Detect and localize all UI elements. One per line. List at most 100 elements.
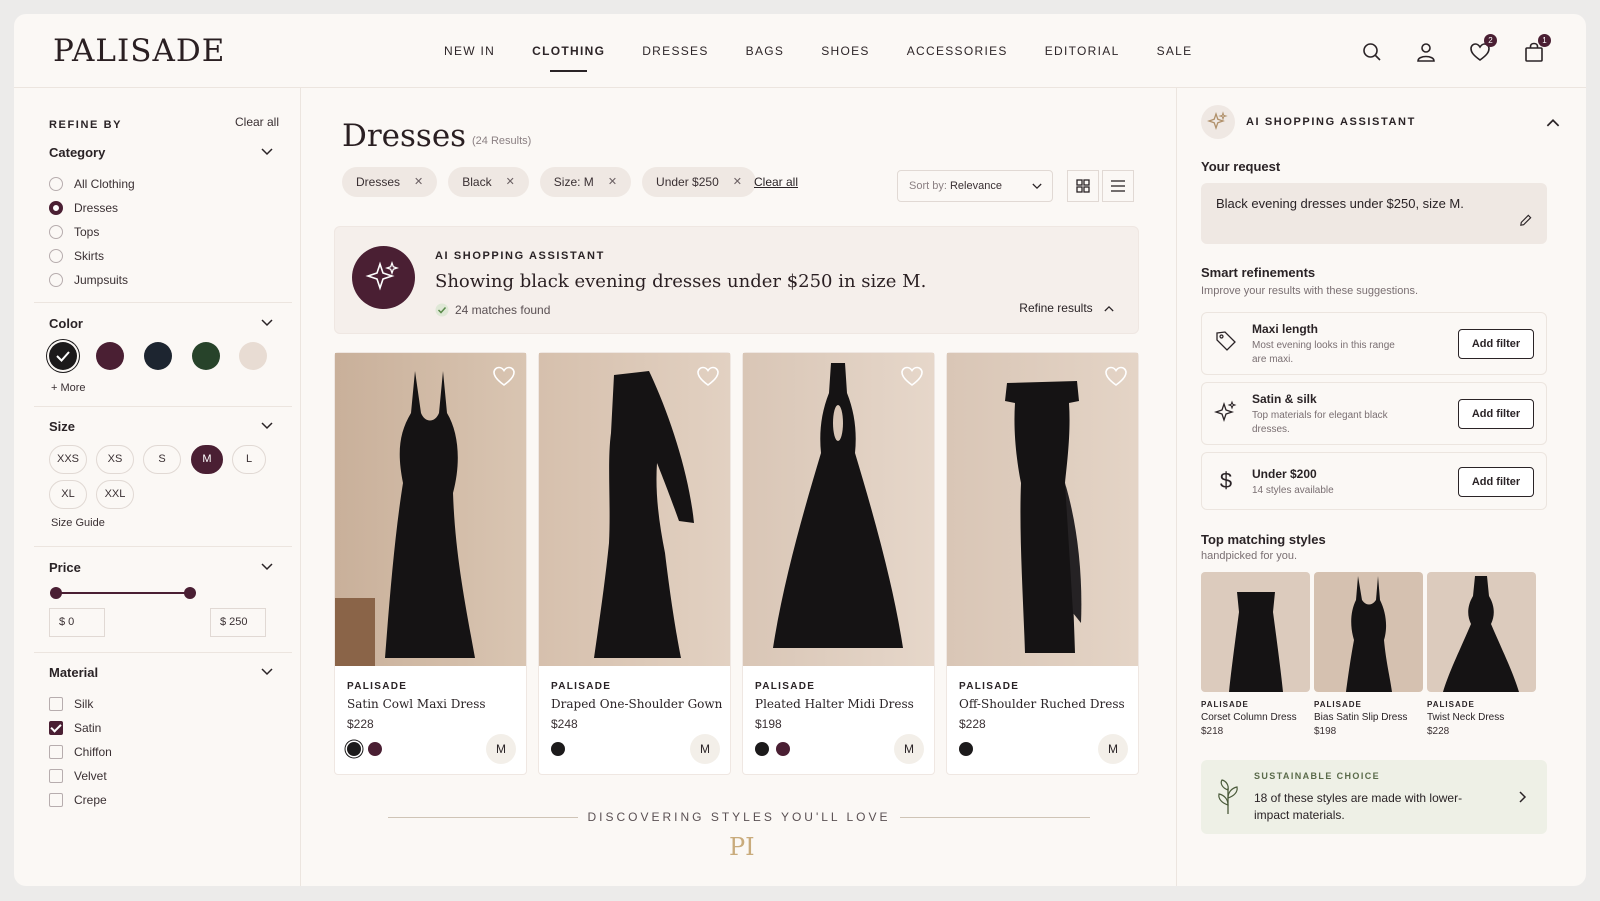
search-icon[interactable] xyxy=(1360,40,1384,64)
nav-accessories[interactable]: ACCESSORIES xyxy=(907,44,1008,58)
product-image[interactable] xyxy=(743,353,934,666)
product-card[interactable]: M PALISADE Pleated Halter Midi Dress $19… xyxy=(742,352,935,775)
price-min-input[interactable]: $ 0 xyxy=(49,608,105,637)
size-option-l[interactable]: L xyxy=(232,445,266,474)
category-option-skirts[interactable]: Skirts xyxy=(49,244,279,268)
nav-shoes[interactable]: SHOES xyxy=(821,44,870,58)
size-option-s[interactable]: S xyxy=(143,445,181,474)
category-option-tops[interactable]: Tops xyxy=(49,220,279,244)
color-swatch-cream[interactable] xyxy=(239,342,267,370)
category-option-jumpsuits[interactable]: Jumpsuits xyxy=(49,268,279,292)
nav-editorial[interactable]: EDITORIAL xyxy=(1045,44,1120,58)
add-filter-button[interactable]: Add filter xyxy=(1458,329,1534,359)
product-image[interactable] xyxy=(539,353,730,666)
wishlist-heart-icon[interactable] xyxy=(492,365,516,387)
close-icon[interactable]: ✕ xyxy=(414,167,423,197)
chevron-down-icon[interactable] xyxy=(261,563,273,571)
nav-sale[interactable]: SALE xyxy=(1157,44,1193,58)
size-option-m[interactable]: M xyxy=(191,445,223,474)
sustainable-choice-banner[interactable]: SUSTAINABLE CHOICE 18 of these styles ar… xyxy=(1201,760,1547,834)
price-slider-track[interactable] xyxy=(56,592,190,594)
price-max-input[interactable]: $ 250 xyxy=(210,608,266,637)
size-option-xl[interactable]: XL xyxy=(49,480,87,509)
close-icon[interactable]: ✕ xyxy=(733,167,742,197)
chevron-down-icon[interactable] xyxy=(261,422,273,430)
product-card[interactable]: M PALISADE Off-Shoulder Ruched Dress $22… xyxy=(946,352,1139,775)
close-icon[interactable]: ✕ xyxy=(506,167,515,197)
product-card[interactable]: M PALISADE Draped One-Shoulder Gown $248 xyxy=(538,352,731,775)
add-filter-button[interactable]: Add filter xyxy=(1458,467,1534,497)
product-image[interactable] xyxy=(335,353,526,666)
price-slider-min-handle[interactable] xyxy=(50,587,62,599)
color-swatch-navy[interactable] xyxy=(144,342,172,370)
color-swatch-black[interactable] xyxy=(49,342,77,370)
material-option-silk[interactable]: Silk xyxy=(49,692,279,716)
product-image[interactable] xyxy=(947,353,1138,666)
style-image[interactable] xyxy=(1314,572,1423,692)
nav-bags[interactable]: BAGS xyxy=(746,44,785,58)
more-colors-link[interactable]: + More xyxy=(51,382,86,394)
size-title[interactable]: Size xyxy=(49,419,279,434)
wishlist-icon[interactable]: 2 xyxy=(1468,34,1497,64)
product-name[interactable]: Draped One-Shoulder Gown xyxy=(551,697,722,711)
close-icon[interactable]: ✕ xyxy=(608,167,617,197)
material-title[interactable]: Material xyxy=(49,665,279,680)
filter-chip-black[interactable]: Black ✕ xyxy=(448,167,529,197)
size-option-xxl[interactable]: XXL xyxy=(96,480,134,509)
filter-chip-dresses[interactable]: Dresses ✕ xyxy=(342,167,438,197)
request-text[interactable]: Black evening dresses under $250, size M… xyxy=(1201,183,1547,244)
price-slider-max-handle[interactable] xyxy=(184,587,196,599)
add-filter-button[interactable]: Add filter xyxy=(1458,399,1534,429)
material-option-crepe[interactable]: Crepe xyxy=(49,788,279,812)
category-option-dresses[interactable]: Dresses xyxy=(49,196,279,220)
nav-new-in[interactable]: NEW IN xyxy=(444,44,495,58)
top-style-card[interactable]: PALISADE Bias Satin Slip Dress $198 xyxy=(1314,572,1423,737)
color-dot-black[interactable] xyxy=(551,742,565,756)
product-name[interactable]: Pleated Halter Midi Dress xyxy=(755,697,914,711)
color-dot-black[interactable] xyxy=(959,742,973,756)
nav-clothing[interactable]: CLOTHING xyxy=(532,44,605,72)
wishlist-heart-icon[interactable] xyxy=(696,365,720,387)
category-title[interactable]: Category xyxy=(49,145,279,160)
price-title[interactable]: Price xyxy=(49,560,279,575)
account-icon[interactable] xyxy=(1414,40,1438,64)
size-option-xs[interactable]: XS xyxy=(96,445,134,474)
material-option-satin[interactable]: Satin xyxy=(49,716,279,740)
list-view-button[interactable] xyxy=(1102,170,1134,202)
filter-chip-under-250[interactable]: Under $250 ✕ xyxy=(642,167,756,197)
style-image[interactable] xyxy=(1427,572,1536,692)
refine-results-toggle[interactable]: Refine results xyxy=(1019,301,1114,315)
clear-all-chips-link[interactable]: Clear all xyxy=(754,175,798,189)
color-dot-plum[interactable] xyxy=(776,742,790,756)
chevron-down-icon[interactable] xyxy=(261,319,273,327)
color-swatch-plum[interactable] xyxy=(96,342,124,370)
material-option-velvet[interactable]: Velvet xyxy=(49,764,279,788)
size-guide-link[interactable]: Size Guide xyxy=(51,517,105,529)
color-dot-plum[interactable] xyxy=(368,742,382,756)
wishlist-heart-icon[interactable] xyxy=(900,365,924,387)
top-style-card[interactable]: PALISADE Twist Neck Dress $228 xyxy=(1427,572,1536,737)
brand-logo[interactable]: PALISADE xyxy=(53,33,225,69)
clear-all-filters-link[interactable]: Clear all xyxy=(235,115,279,129)
filter-chip-size-m[interactable]: Size: M ✕ xyxy=(539,167,632,197)
top-style-card[interactable]: PALISADE Corset Column Dress $218 xyxy=(1201,572,1310,737)
wishlist-heart-icon[interactable] xyxy=(1104,365,1128,387)
category-option-all-clothing[interactable]: All Clothing xyxy=(49,172,279,196)
product-card[interactable]: M PALISADE Satin Cowl Maxi Dress $228 xyxy=(334,352,527,775)
chevron-up-icon[interactable] xyxy=(1546,118,1560,127)
product-name[interactable]: Off-Shoulder Ruched Dress xyxy=(959,697,1125,711)
grid-view-button[interactable] xyxy=(1067,170,1099,202)
color-dot-black[interactable] xyxy=(755,742,769,756)
color-title[interactable]: Color xyxy=(49,316,279,331)
shopping-bag-icon[interactable]: 1 xyxy=(1522,34,1551,64)
edit-pencil-icon[interactable] xyxy=(1518,213,1533,228)
material-option-chiffon[interactable]: Chiffon xyxy=(49,740,279,764)
product-name[interactable]: Satin Cowl Maxi Dress xyxy=(347,697,486,711)
chevron-down-icon[interactable] xyxy=(261,148,273,156)
color-dot-black[interactable] xyxy=(347,742,361,756)
style-image[interactable] xyxy=(1201,572,1310,692)
color-swatch-green[interactable] xyxy=(192,342,220,370)
chevron-down-icon[interactable] xyxy=(261,668,273,676)
size-option-xxs[interactable]: XXS xyxy=(49,445,87,474)
nav-dresses[interactable]: DRESSES xyxy=(642,44,708,58)
